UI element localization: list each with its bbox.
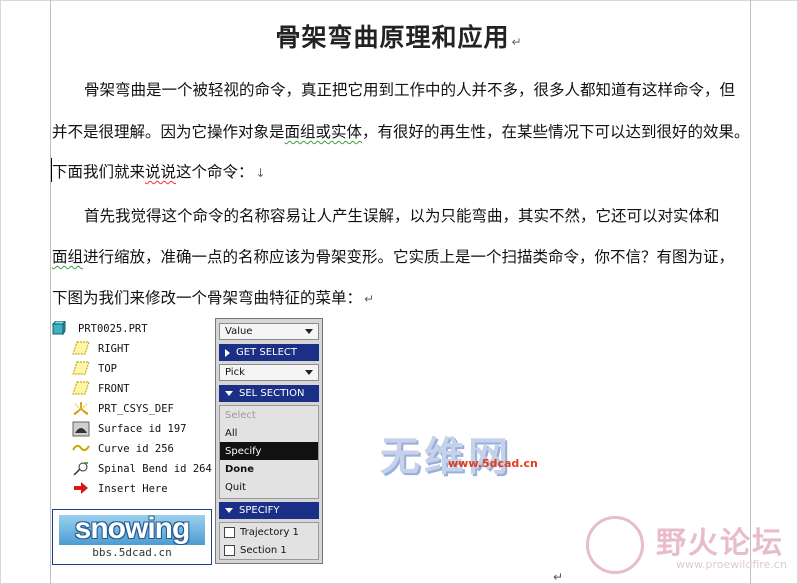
line-break-mark: ↓ <box>255 166 266 180</box>
tree-item-part[interactable]: PRT0025.PRT <box>51 319 148 338</box>
paragraph-mark: ↵ <box>511 35 523 49</box>
tree-item-csys[interactable]: PRT_CSYS_DEF <box>72 400 174 418</box>
collapse-down-icon <box>225 391 233 396</box>
checkbox-icon <box>224 526 235 538</box>
value-dropdown[interactable]: Value <box>219 323 319 340</box>
dropdown-value: Pick <box>225 367 245 378</box>
grammar-flagged-text: 面组或实体 <box>284 123 363 141</box>
paragraph-mark: ↵ <box>364 292 375 306</box>
tree-item-label: FRONT <box>98 383 130 395</box>
sel-section-header[interactable]: SEL SECTION <box>219 385 319 402</box>
dropdown-value: Value <box>225 326 253 337</box>
curve-icon <box>72 441 92 457</box>
paragraph-mark: ↵ <box>553 570 564 584</box>
header-label: GET SELECT <box>236 347 298 358</box>
chevron-down-icon <box>305 370 313 375</box>
text-run: 进行缩放，准确一点的名称应该为骨架变形。它实质上是一个扫描类命令，你不信？有图为… <box>83 248 735 266</box>
tree-item-spinal-bend[interactable]: Spinal Bend id 264 <box>72 460 212 478</box>
menu-item-label: Specify <box>225 445 262 457</box>
part-icon <box>51 319 72 337</box>
text-run: ，有很好的再生性，在某些情况下可以达到很好的效果。 <box>362 123 750 141</box>
checkbox-section-1[interactable]: Section 1 <box>220 541 318 559</box>
menu-item-specify[interactable]: Specify <box>220 442 318 460</box>
menu-item-done[interactable]: Done <box>220 460 318 478</box>
watermark-title: 野火论坛 <box>656 526 784 561</box>
text-run: 首先我觉得这个命令的名称容易让人产生误解，以为只能弯曲，其实不然，它还可以对实体… <box>84 207 720 225</box>
text-run: 并不是很理解。因为它操作对象是 <box>52 123 285 141</box>
paragraph-2-line-3: 下图为我们来修改一个骨架弯曲特征的菜单： ↵ <box>52 286 752 308</box>
watermark-title: 无维网 <box>380 434 512 480</box>
menu-item-label: Select <box>225 409 256 421</box>
paragraph-1-line-3: 下面我们就来说说这个命令： ↓ <box>52 160 752 182</box>
grammar-flagged-text: 面组 <box>52 248 84 266</box>
tree-item-label: RIGHT <box>98 343 130 355</box>
pick-dropdown[interactable]: Pick <box>219 364 319 381</box>
tree-item-surface[interactable]: Surface id 197 <box>72 420 187 438</box>
watermark-url: www.5dcad.cn <box>448 457 538 470</box>
text-run: 骨架弯曲是一个被轻视的命令，真正把它用到工作中的人并不多，很多人都知道有这样命令… <box>84 81 736 99</box>
butterfly-logo-icon <box>586 516 644 574</box>
paragraph-1-line-2: 并不是很理解。因为它操作对象是面组或实体，有很好的再生性，在某些情况下可以达到很… <box>52 120 752 142</box>
paragraph-2-line-2: 面组进行缩放，准确一点的名称应该为骨架变形。它实质上是一个扫描类命令，你不信？有… <box>52 245 752 267</box>
specify-list: Trajectory 1 Section 1 <box>219 522 319 560</box>
checkbox-label: Trajectory 1 <box>240 526 299 538</box>
checkbox-icon <box>224 544 235 556</box>
watermark-url: www.proewildfire.cn <box>676 558 787 571</box>
menu-item-label: Done <box>225 463 255 475</box>
header-label: SPECIFY <box>239 505 280 516</box>
surface-icon <box>72 421 92 437</box>
watermark-5dcad: 无维网 www.5dcad.cn <box>380 424 538 482</box>
sel-section-list: Select All Specify Done Quit <box>219 405 319 499</box>
menu-item-all[interactable]: All <box>220 424 318 442</box>
menu-item-label: Quit <box>225 481 246 493</box>
tree-item-label: PRT0025.PRT <box>78 323 148 335</box>
csys-icon <box>72 401 92 417</box>
insert-arrow-icon <box>72 481 92 497</box>
tree-item-right[interactable]: RIGHT <box>72 340 130 358</box>
logo-subtitle: bbs.5dcad.cn <box>92 546 172 559</box>
datum-plane-icon <box>72 361 92 377</box>
tree-item-label: Curve id 256 <box>98 443 174 455</box>
text-run: 下图为我们来修改一个骨架弯曲特征的菜单： <box>52 289 363 307</box>
chevron-down-icon <box>305 329 313 334</box>
text-run: 这个命令： <box>176 163 254 181</box>
spell-flagged-text: 说说 <box>145 163 177 181</box>
menu-item-select: Select <box>220 406 318 424</box>
tree-item-label: Insert Here <box>98 483 168 495</box>
tree-item-insert-here[interactable]: Insert Here <box>72 480 168 498</box>
document-title: 骨架弯曲原理和应用 ↵ <box>0 18 798 54</box>
get-select-header[interactable]: GET SELECT <box>219 344 319 361</box>
menu-manager: Value GET SELECT Pick SEL SECTION Select… <box>215 318 323 564</box>
title-text: 骨架弯曲原理和应用 <box>275 23 510 52</box>
tree-item-label: TOP <box>98 363 117 375</box>
expand-right-icon <box>225 348 230 357</box>
header-label: SEL SECTION <box>239 388 305 399</box>
tree-item-top[interactable]: TOP <box>72 360 117 378</box>
menu-item-label: All <box>225 427 238 439</box>
collapse-down-icon <box>225 508 233 513</box>
datum-plane-icon <box>72 341 92 357</box>
paragraph-1-line-1: 骨架弯曲是一个被轻视的命令，真正把它用到工作中的人并不多，很多人都知道有这样命令… <box>52 78 784 100</box>
paragraph-2-line-1: 首先我觉得这个命令的名称容易让人产生误解，以为只能弯曲，其实不然，它还可以对实体… <box>52 204 784 226</box>
tree-item-label: Surface id 197 <box>98 423 187 435</box>
checkbox-label: Section 1 <box>240 544 287 556</box>
logo-title: snowing <box>74 512 191 545</box>
tree-item-front[interactable]: FRONT <box>72 380 130 398</box>
snowing-logo: snowing bbs.5dcad.cn <box>52 509 212 565</box>
left-margin-guide <box>50 0 51 584</box>
text-cursor <box>51 158 52 182</box>
text-run: 下面我们就来 <box>52 163 146 181</box>
menu-item-quit[interactable]: Quit <box>220 478 318 496</box>
specify-header[interactable]: SPECIFY <box>219 502 319 519</box>
spinal-bend-icon <box>72 461 92 477</box>
tree-item-label: PRT_CSYS_DEF <box>98 403 174 415</box>
tree-item-label: Spinal Bend id 264 <box>98 463 212 475</box>
checkbox-trajectory-1[interactable]: Trajectory 1 <box>220 523 318 541</box>
datum-plane-icon <box>72 381 92 397</box>
tree-item-curve[interactable]: Curve id 256 <box>72 440 174 458</box>
